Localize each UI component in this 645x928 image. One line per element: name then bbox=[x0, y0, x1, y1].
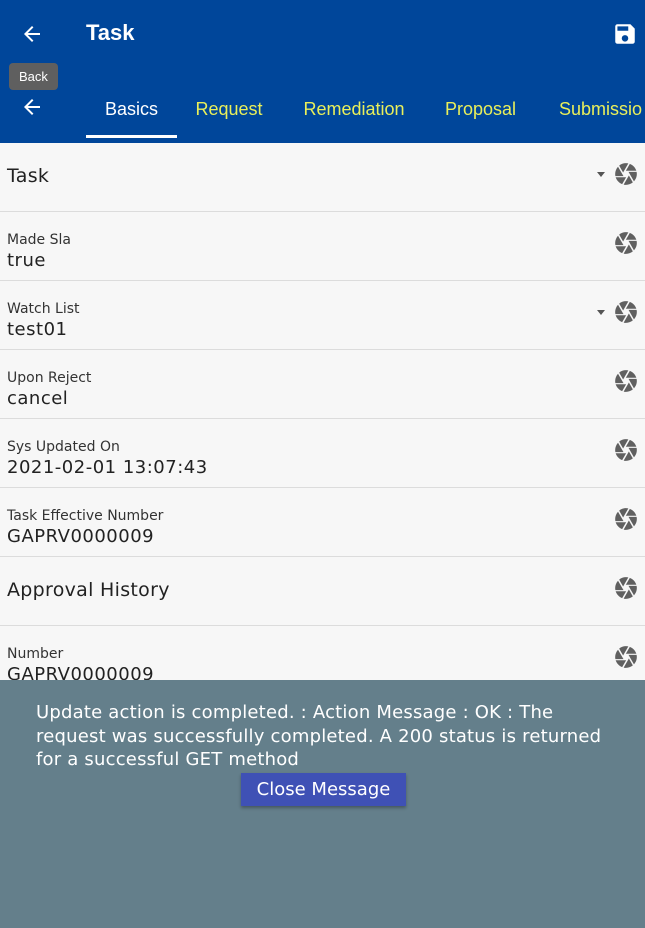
floppy-disk-icon bbox=[615, 24, 635, 44]
dropdown-caret-icon[interactable] bbox=[597, 172, 605, 177]
field-label: Number bbox=[7, 646, 64, 662]
field-label: Made Sla bbox=[7, 232, 71, 248]
field-row-task-effective-number[interactable]: Task Effective Number GAPRV0000009 bbox=[0, 488, 645, 557]
tab-bar: Basics Request Remediation Proposal Subm… bbox=[86, 75, 645, 143]
field-row-sys-updated-on[interactable]: Sys Updated On 2021-02-01 13:07:43 bbox=[0, 419, 645, 488]
aperture-icon[interactable] bbox=[613, 575, 639, 601]
dropdown-caret-icon[interactable] bbox=[597, 310, 605, 315]
field-label: Upon Reject bbox=[7, 370, 92, 386]
arrow-left-icon bbox=[24, 26, 40, 42]
aperture-icon[interactable] bbox=[613, 161, 639, 187]
field-label: Approval History bbox=[7, 579, 170, 601]
back-button[interactable] bbox=[10, 12, 54, 56]
field-row-task[interactable]: Task bbox=[0, 143, 645, 212]
field-value: test01 bbox=[7, 319, 68, 340]
page-title: Task bbox=[86, 20, 135, 45]
app-bar: Task Basics Request Remediation Proposal… bbox=[0, 0, 645, 143]
close-message-button[interactable]: Close Message bbox=[241, 773, 406, 806]
aperture-icon[interactable] bbox=[613, 437, 639, 463]
tab-request[interactable]: Request bbox=[183, 75, 275, 143]
field-value: cancel bbox=[7, 388, 69, 409]
field-label: Task Effective Number bbox=[7, 508, 164, 524]
action-message: Update action is completed. : Action Mes… bbox=[36, 702, 602, 770]
field-value: GAPRV0000009 bbox=[7, 526, 155, 547]
aperture-icon[interactable] bbox=[613, 230, 639, 256]
tab-remediation[interactable]: Remediation bbox=[294, 75, 414, 143]
field-label: Task bbox=[7, 165, 50, 187]
tab-basics[interactable]: Basics bbox=[86, 75, 177, 143]
tab-proposal[interactable]: Proposal bbox=[432, 75, 529, 143]
tabs-back-button[interactable] bbox=[10, 85, 54, 129]
save-button[interactable] bbox=[603, 12, 645, 56]
aperture-icon[interactable] bbox=[613, 368, 639, 394]
message-overlay: Update action is completed. : Action Mes… bbox=[0, 680, 645, 928]
field-row-made-sla[interactable]: Made Sla true bbox=[0, 212, 645, 281]
back-tooltip: Back bbox=[9, 63, 58, 90]
active-tab-indicator bbox=[86, 135, 177, 138]
tab-submission[interactable]: Submissio bbox=[559, 75, 645, 143]
field-value: true bbox=[7, 250, 46, 271]
field-label: Watch List bbox=[7, 301, 80, 317]
arrow-left-icon bbox=[24, 99, 40, 115]
aperture-icon[interactable] bbox=[613, 299, 639, 325]
field-row-approval-history[interactable]: Approval History bbox=[0, 557, 645, 626]
field-row-watch-list[interactable]: Watch List test01 bbox=[0, 281, 645, 350]
field-row-upon-reject[interactable]: Upon Reject cancel bbox=[0, 350, 645, 419]
field-value: 2021-02-01 13:07:43 bbox=[7, 457, 208, 478]
aperture-icon[interactable] bbox=[613, 644, 639, 670]
field-label: Sys Updated On bbox=[7, 439, 120, 455]
aperture-icon[interactable] bbox=[613, 506, 639, 532]
